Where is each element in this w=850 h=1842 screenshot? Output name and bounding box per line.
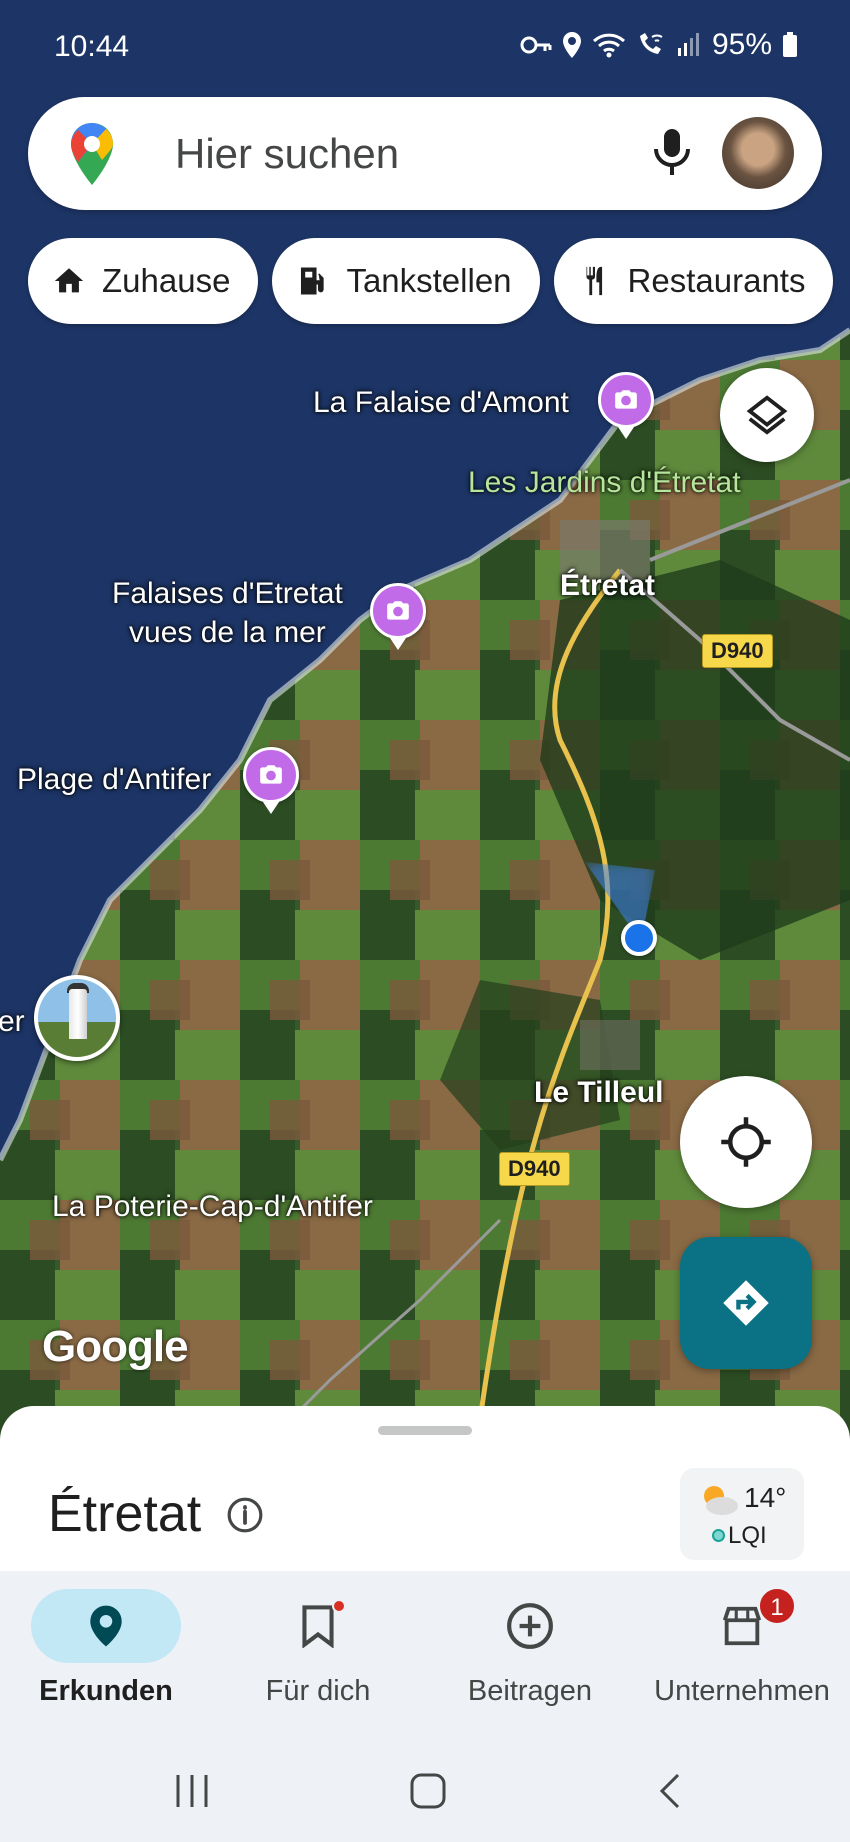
label-la-poterie[interactable]: La Poterie-Cap-d'Antifer — [52, 1187, 373, 1226]
microphone-icon[interactable] — [648, 125, 696, 181]
avatar[interactable] — [722, 117, 794, 189]
vpn-key-icon — [520, 36, 552, 54]
bookmark-icon — [302, 1605, 334, 1648]
layers-button[interactable] — [720, 368, 814, 462]
place-sheet[interactable]: Étretat 14° LQI — [0, 1406, 850, 1571]
chip-label: Tankstellen — [346, 262, 512, 299]
camera-icon — [615, 390, 637, 409]
status-time: 10:44 — [54, 30, 130, 63]
nav-label: Erkunden — [39, 1675, 173, 1707]
search-bar[interactable]: Hier suchen — [28, 97, 822, 210]
my-location-dot[interactable] — [621, 920, 657, 956]
road-shield-d940: D940 — [702, 634, 773, 668]
recent-apps-button[interactable] — [172, 1771, 212, 1816]
label-falaises-vues[interactable]: Falaises d'Etretat vues de la mer — [112, 574, 343, 652]
aqi-label: LQI — [728, 1522, 767, 1549]
nav-label: Beitragen — [467, 1675, 593, 1707]
wifi-icon — [592, 33, 625, 58]
crosshair-icon — [721, 1117, 771, 1167]
google-watermark: Google — [42, 1322, 189, 1371]
notification-dot — [332, 1599, 346, 1613]
chip-label: Restaurants — [627, 262, 806, 299]
home-button[interactable] — [408, 1771, 448, 1816]
nav-contribute[interactable]: Beitragen — [424, 1587, 636, 1708]
status-bar: 10:44 95% — [0, 0, 850, 96]
nav-label: Für dich — [265, 1675, 371, 1707]
layers-icon — [746, 395, 788, 435]
notification-badge: 1 — [758, 1587, 796, 1625]
restaurant-icon — [586, 266, 602, 296]
road-shield-d940: D940 — [499, 1152, 570, 1186]
chip-label: Zuhause — [102, 262, 231, 299]
map-canvas[interactable]: La Falaise d'Amont Les Jardins d'Étretat… — [0, 0, 850, 1420]
chip-home[interactable]: Zuhause — [28, 238, 259, 324]
battery-icon — [783, 32, 797, 57]
lighthouse-photo-pin[interactable] — [34, 975, 120, 1061]
camera-icon — [260, 765, 282, 784]
search-input[interactable]: Hier suchen — [175, 130, 399, 178]
label-le-tilleul[interactable]: Le Tilleul — [534, 1073, 663, 1112]
nav-for-you[interactable]: Für dich — [212, 1587, 424, 1708]
label-falaise-amont[interactable]: La Falaise d'Amont — [313, 383, 569, 422]
photo-spot-pin[interactable] — [598, 372, 654, 439]
chip-restaurants[interactable]: Restaurants — [553, 238, 834, 324]
category-chips: Zuhause Tankstellen Restaurants — [28, 238, 834, 324]
nav-business[interactable]: 1 Unternehmen — [636, 1587, 848, 1708]
camera-icon — [387, 601, 409, 620]
label-etretat[interactable]: Étretat — [560, 566, 655, 605]
nav-label: Unternehmen — [654, 1675, 830, 1707]
label-jardins-etretat[interactable]: Les Jardins d'Étretat — [468, 463, 741, 502]
photo-spot-pin[interactable] — [243, 747, 299, 814]
wifi-call-icon — [639, 33, 663, 54]
system-navigation-bar — [0, 1741, 850, 1842]
weather-temp: 14° — [744, 1482, 787, 1513]
signal-icon — [677, 33, 699, 56]
label-plage-antifer[interactable]: Plage d'Antifer — [17, 760, 211, 799]
my-location-button[interactable] — [680, 1076, 812, 1208]
back-icon — [659, 1773, 680, 1809]
photo-spot-pin[interactable] — [370, 583, 426, 650]
info-icon[interactable] — [226, 1496, 264, 1534]
chip-gas-stations[interactable]: Tankstellen — [272, 238, 540, 324]
recents-icon — [176, 1775, 208, 1807]
partly-cloudy-icon — [704, 1486, 738, 1515]
status-icons: 95% — [520, 28, 798, 62]
add-circle-icon — [507, 1603, 553, 1649]
place-title: Étretat — [48, 1485, 202, 1543]
maps-logo-icon — [71, 123, 113, 185]
label-line-1: Falaises d'Etretat — [112, 577, 343, 610]
sheet-drag-handle[interactable] — [378, 1426, 472, 1435]
gas-station-icon — [301, 267, 325, 295]
location-icon — [562, 32, 581, 58]
label-partial-left[interactable]: er — [0, 1002, 25, 1041]
explore-pin-icon — [90, 1605, 122, 1647]
bottom-navigation: Erkunden Für dich Beitragen 1 Unternehme… — [0, 1571, 850, 1741]
directions-button[interactable] — [680, 1237, 812, 1369]
back-button[interactable] — [650, 1771, 690, 1816]
home-outline-icon — [410, 1773, 446, 1809]
aqi-dot — [712, 1529, 725, 1542]
home-icon — [54, 268, 84, 293]
battery-percent: 95% — [711, 28, 772, 61]
weather-widget[interactable]: 14° LQI — [680, 1468, 804, 1560]
directions-icon — [723, 1280, 769, 1326]
nav-explore[interactable]: Erkunden — [0, 1587, 212, 1708]
label-line-2: vues de la mer — [129, 616, 326, 649]
